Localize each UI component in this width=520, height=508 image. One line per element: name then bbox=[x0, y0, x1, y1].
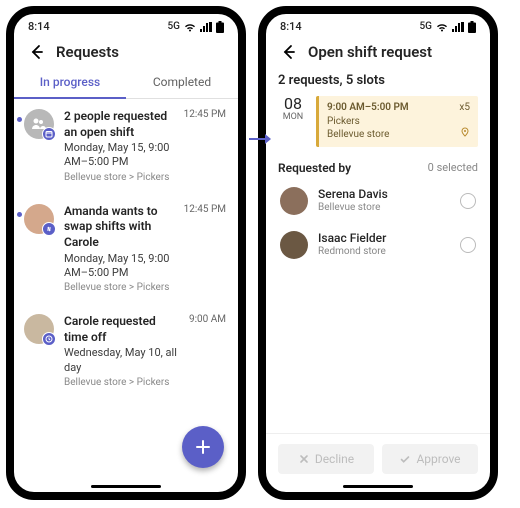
shift-group: Pickers bbox=[327, 115, 470, 129]
request-time: 9:00 AM bbox=[189, 314, 226, 389]
request-subtitle: Monday, May 15, 9:00 AM–5:00 PM bbox=[64, 252, 174, 281]
radio-select[interactable] bbox=[460, 193, 476, 209]
header: Requests bbox=[14, 35, 238, 67]
status-time: 8:14 bbox=[28, 20, 50, 33]
person-name: Serena Davis bbox=[318, 187, 450, 201]
swap-badge-icon bbox=[42, 222, 56, 236]
radio-select[interactable] bbox=[460, 237, 476, 253]
request-item[interactable]: 2 people requested an open shift Monday,… bbox=[14, 99, 238, 194]
requested-by-label: Requested by bbox=[278, 161, 351, 175]
status-bar: 8:14 5G bbox=[14, 14, 238, 35]
battery-icon bbox=[216, 21, 224, 33]
header: Open shift request bbox=[266, 35, 490, 67]
request-meta: Bellevue store > Pickers bbox=[64, 171, 174, 184]
date-day: MON bbox=[278, 112, 308, 122]
request-time: 12:45 PM bbox=[184, 109, 226, 184]
person-store: Redmond store bbox=[318, 246, 450, 258]
shift-count: x5 bbox=[459, 101, 470, 115]
date-column: 08 MON bbox=[278, 96, 308, 147]
request-time: 12:45 PM bbox=[184, 204, 226, 294]
request-meta: Bellevue store > Pickers bbox=[64, 376, 179, 389]
x-icon bbox=[298, 453, 310, 465]
footer-actions: Decline Approve bbox=[266, 433, 490, 492]
request-title: Amanda wants to swap shifts with Carole bbox=[64, 204, 174, 251]
status-bar: 8:14 5G bbox=[266, 14, 490, 35]
decline-button[interactable]: Decline bbox=[278, 444, 374, 474]
request-title: 2 people requested an open shift bbox=[64, 109, 174, 140]
gesture-bar bbox=[343, 485, 413, 488]
signal-icon bbox=[200, 22, 212, 32]
requested-by-header: Requested by 0 selected bbox=[266, 155, 490, 179]
shift-card[interactable]: 9:00 AM–5:00 PM Pickers Bellevue store x… bbox=[316, 96, 478, 147]
shift-time: 9:00 AM–5:00 PM bbox=[327, 101, 470, 115]
tab-completed[interactable]: Completed bbox=[126, 67, 238, 99]
signal-icon bbox=[452, 22, 464, 32]
fab-add-button[interactable] bbox=[182, 426, 224, 468]
avatar-group-icon bbox=[24, 109, 54, 139]
location-pin-icon bbox=[460, 127, 470, 142]
person-row[interactable]: Isaac Fielder Redmond store bbox=[266, 223, 490, 267]
summary-text: 2 requests, 5 slots bbox=[266, 67, 490, 96]
person-name: Isaac Fielder bbox=[318, 231, 450, 245]
back-button[interactable] bbox=[278, 43, 296, 61]
clock-badge-icon bbox=[42, 332, 56, 346]
request-title: Carole requested time off bbox=[64, 314, 179, 345]
decline-label: Decline bbox=[315, 452, 354, 466]
tabs: In progress Completed bbox=[14, 67, 238, 99]
status-time: 8:14 bbox=[280, 20, 302, 33]
avatar bbox=[280, 187, 308, 215]
battery-icon bbox=[468, 21, 476, 33]
page-title: Requests bbox=[56, 43, 119, 61]
person-row[interactable]: Serena Davis Bellevue store bbox=[266, 179, 490, 223]
status-network: 5G bbox=[420, 21, 433, 32]
approve-button[interactable]: Approve bbox=[382, 444, 478, 474]
avatar bbox=[24, 314, 54, 344]
avatar bbox=[24, 204, 54, 234]
request-subtitle: Wednesday, May 10, all day bbox=[64, 346, 179, 375]
person-store: Bellevue store bbox=[318, 202, 450, 214]
page-title: Open shift request bbox=[308, 43, 432, 61]
request-subtitle: Monday, May 15, 9:00 AM–5:00 PM bbox=[64, 141, 174, 170]
wifi-icon bbox=[436, 22, 448, 32]
tab-in-progress[interactable]: In progress bbox=[14, 67, 126, 99]
phone-right: 8:14 5G Open shift request 2 requests, 5… bbox=[258, 6, 498, 500]
approve-label: Approve bbox=[416, 452, 460, 466]
selected-count: 0 selected bbox=[428, 161, 478, 175]
flow-arrow-icon bbox=[248, 130, 274, 151]
calendar-badge-icon bbox=[42, 127, 56, 141]
date-number: 08 bbox=[278, 96, 308, 112]
back-button[interactable] bbox=[26, 43, 44, 61]
check-icon bbox=[399, 453, 411, 465]
plus-icon bbox=[194, 438, 212, 456]
request-item[interactable]: Amanda wants to swap shifts with Carole … bbox=[14, 194, 238, 304]
avatar bbox=[280, 231, 308, 259]
shift-store: Bellevue store bbox=[327, 128, 470, 142]
phone-left: 8:14 5G Requests In progress Completed bbox=[6, 6, 246, 500]
request-item[interactable]: Carole requested time off Wednesday, May… bbox=[14, 304, 238, 399]
gesture-bar bbox=[91, 485, 161, 488]
wifi-icon bbox=[184, 22, 196, 32]
shift-row: 08 MON 9:00 AM–5:00 PM Pickers Bellevue … bbox=[266, 96, 490, 155]
request-meta: Bellevue store > Pickers bbox=[64, 281, 174, 294]
status-network: 5G bbox=[168, 21, 181, 32]
